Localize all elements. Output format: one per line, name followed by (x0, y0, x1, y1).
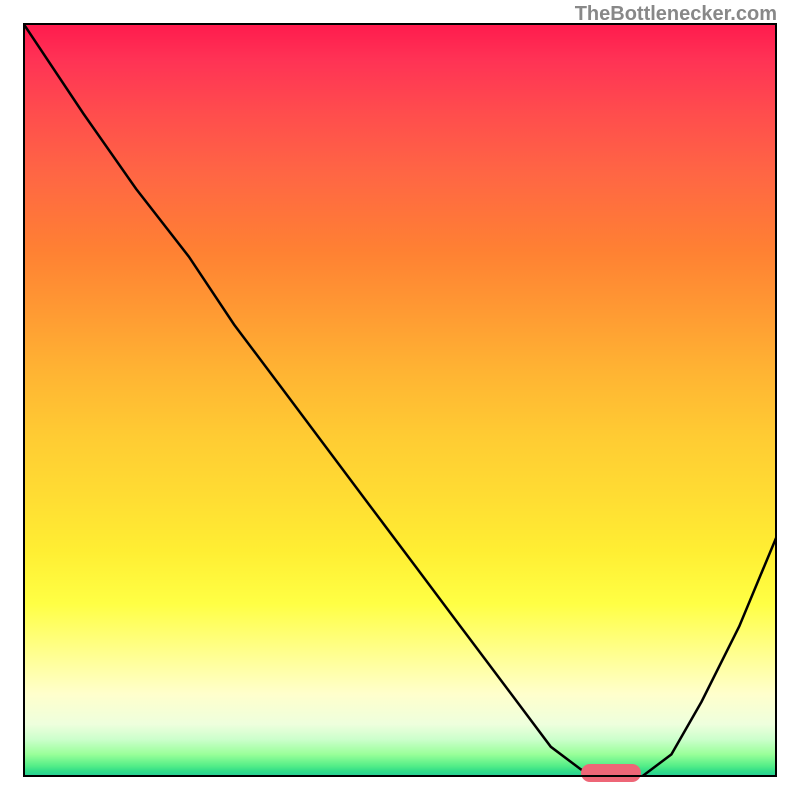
bottleneck-chart: TheBottlenecker.com (0, 0, 800, 800)
watermark-text: TheBottlenecker.com (575, 3, 777, 26)
optimal-range-marker (581, 764, 641, 782)
bottleneck-curve (23, 23, 777, 777)
